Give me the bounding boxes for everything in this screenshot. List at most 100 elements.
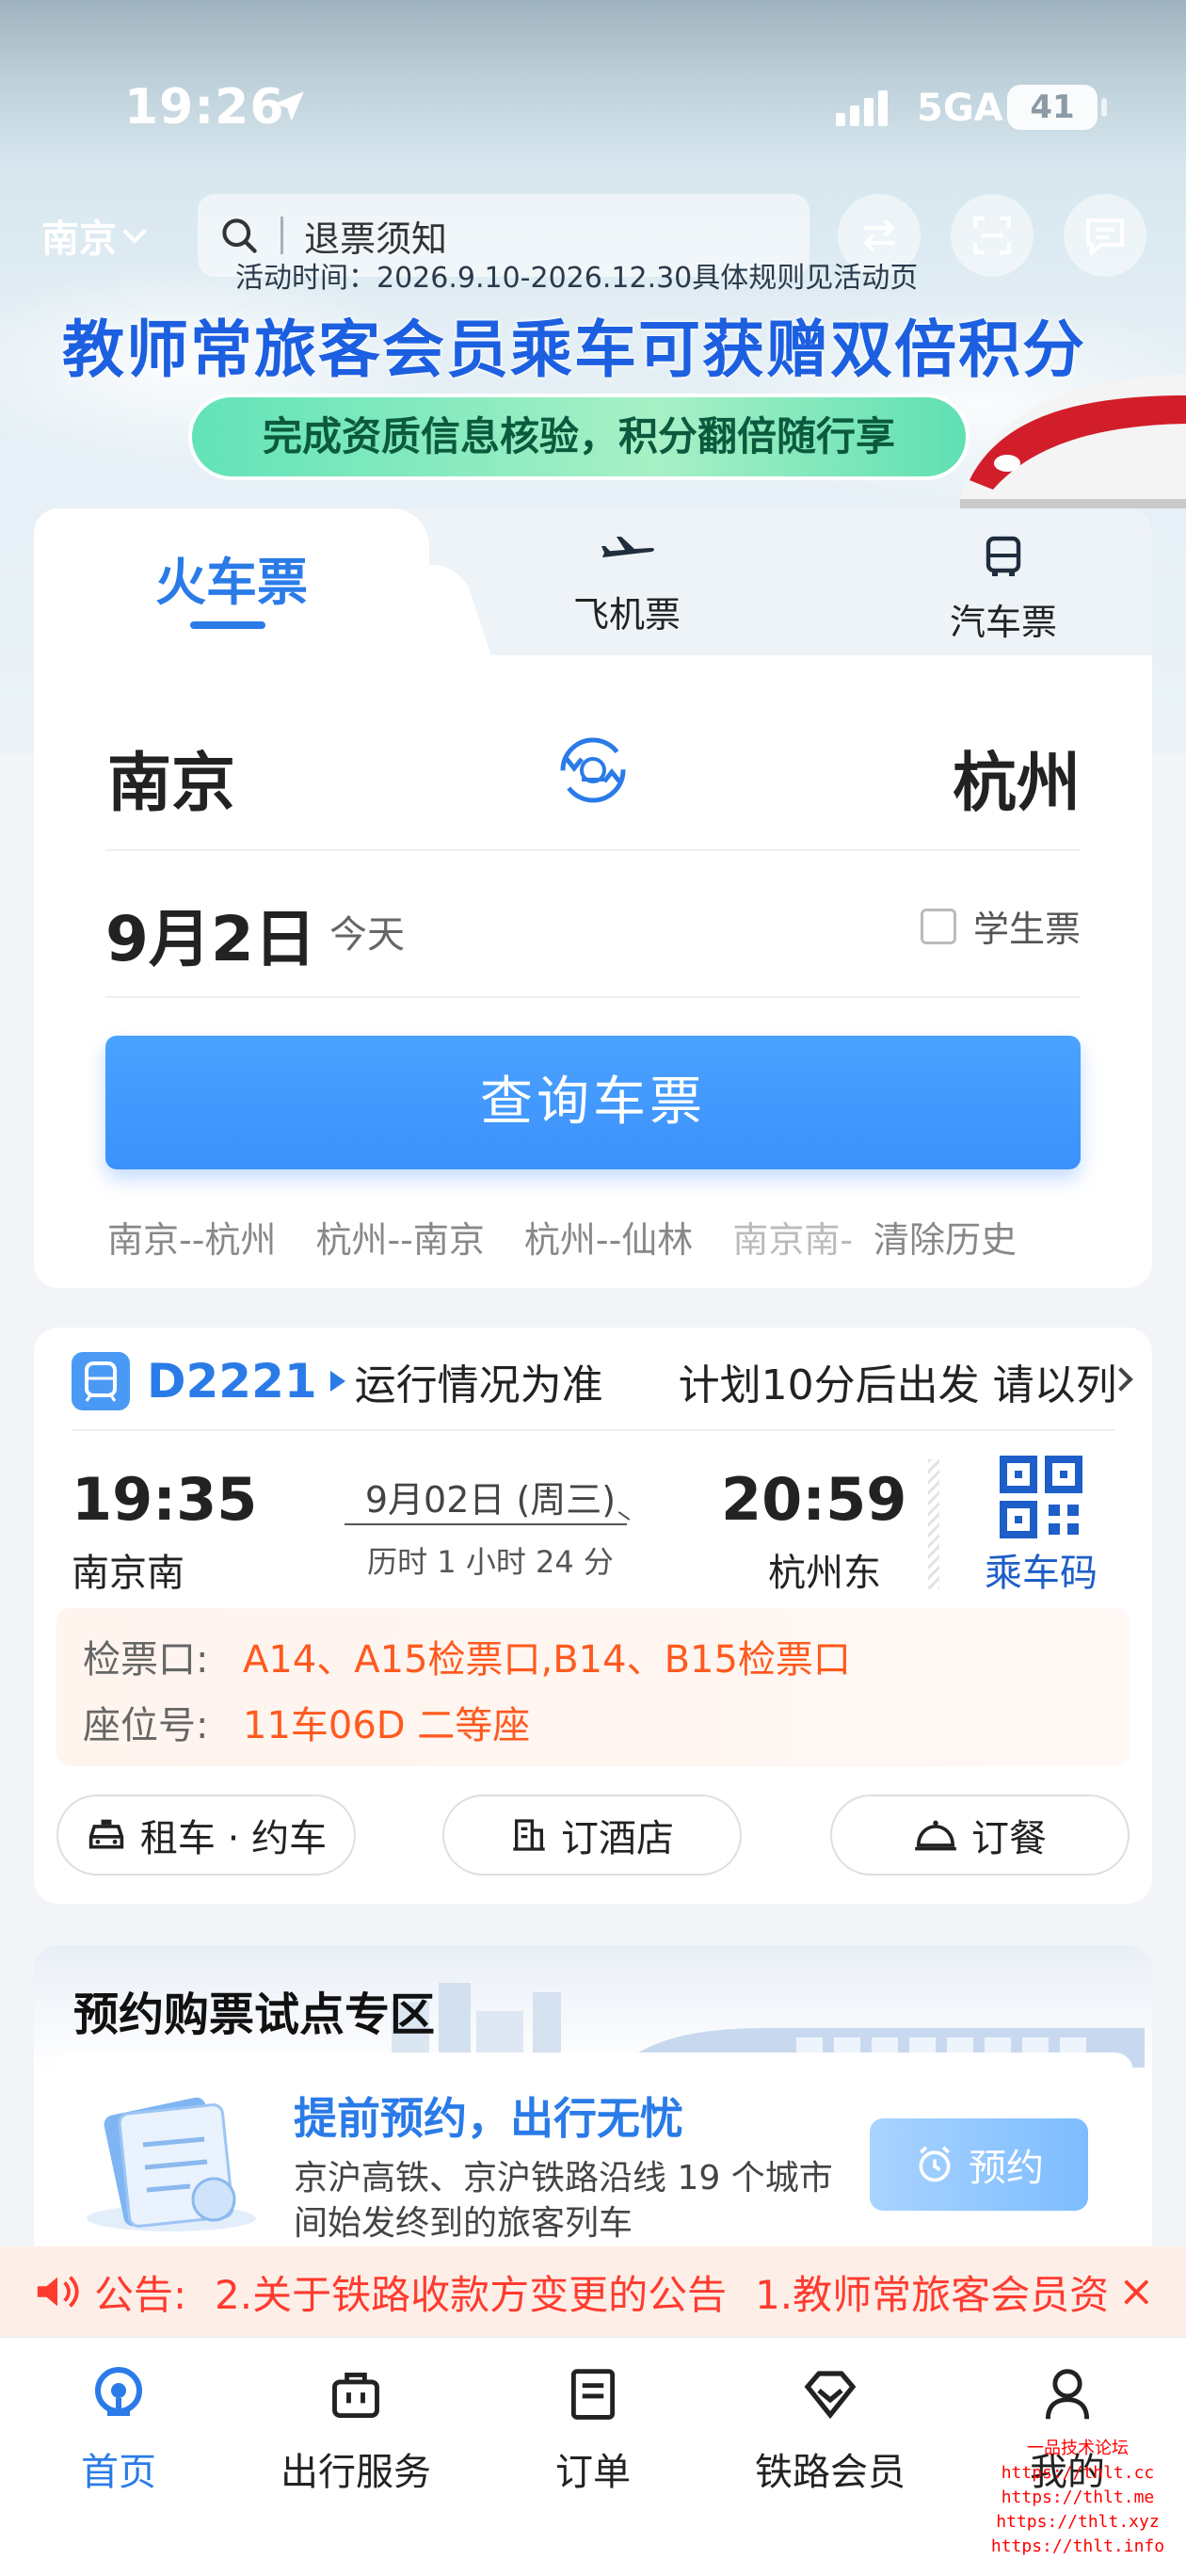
query-button-label: 查询车票 [480,1071,706,1133]
person-icon [1045,2369,1090,2420]
watermark-line: https://thlt.me [1001,2487,1155,2507]
battery-level: 41 [1030,89,1075,126]
tab-bus[interactable]: 汽车票 [881,535,1126,645]
nav-home[interactable]: 首页 [0,2360,237,2496]
train-front-icon [72,1352,130,1410]
taxi-icon [88,1819,124,1849]
banner-activity-time: 活动时间：2026.9.10-2026.12.30具体规则见活动页 [235,262,919,295]
car-rental-button[interactable]: 租车 · 约车 [56,1795,356,1876]
car-rental-label: 租车 · 约车 [139,1817,328,1860]
gate-label: 检票口: [83,1638,209,1682]
gate-row: 检票口: A14、A15检票口,B14、B15检票口 [83,1629,851,1683]
watermark-line: https://thlt.cc [1001,2463,1155,2483]
watermark-line: 一品技术论坛 [1027,2439,1129,2458]
airplane-icon [601,537,654,557]
scan-button[interactable] [951,194,1034,277]
speaker-icon [37,2276,79,2308]
banner-pill[interactable]: 完成资质信息核验，积分翻倍随行享 [188,394,970,480]
search-divider [280,217,283,254]
watermark-line: https://thlt.info [990,2536,1165,2556]
nav-orders-label: 订单 [555,2451,631,2494]
arrival-time: 20:59 [721,1465,907,1534]
home-rail-icon [95,2367,142,2416]
location-arrow-icon [274,91,304,121]
boarding-code-label[interactable]: 乘车码 [985,1542,1098,1597]
departure-station: 南京南 [72,1552,184,1595]
nav-membership-label: 铁路会员 [755,2451,906,2494]
message-icon [1086,218,1124,257]
trip-notice: 计划10分后出发 请以列 [678,1361,1117,1409]
watermark: 一品技术论坛 https://thlt.cc https://thlt.me h… [979,2437,1177,2559]
clear-history-button[interactable]: 清除历史 [873,1211,1017,1263]
from-station[interactable]: 南京 [107,731,235,824]
history-item[interactable]: 杭州--南京 [315,1211,484,1263]
meal-button[interactable]: 订餐 [830,1795,1130,1876]
status-bar: 19:26 5GA 41 [0,0,1186,188]
close-icon[interactable]: × [1118,2265,1155,2316]
network-type: 5GA [917,87,1003,130]
ticket-search-card: 火车票 飞机票 汽车票 南京 杭州 9月2日 今天 学生票 查询车票 南京--杭… [34,508,1152,1288]
announcement-item[interactable]: 2.关于铁路收款方变更的公告 [215,2272,727,2318]
calendar-illustration-icon [87,2097,256,2231]
trip-duration: 历时 1 小时 24 分 [367,1544,614,1580]
reservation-subtitle: 提前预约，出行无忧 [294,2093,683,2144]
upcoming-trip-card[interactable]: D2221 运行情况为准 计划10分后出发 请以列 19:35 南京南 9月02… [34,1328,1152,1904]
city-label: 南京 [41,217,117,261]
banner-pill-text: 完成资质信息核验，积分翻倍随行享 [262,413,895,459]
history-item[interactable]: 杭州--仙林 [524,1211,693,1263]
checkbox-icon [920,908,956,944]
announcement-bar[interactable]: 公告: 2.关于铁路收款方变更的公告 1.教师常旅客会员资 × [0,2246,1186,2337]
tab-flight-label: 飞机票 [572,594,681,636]
announcement-marquee[interactable]: 2.关于铁路收款方变更的公告 1.教师常旅客会员资 [215,2263,1128,2321]
reservation-card: 预约购票试点专区 提前预约，出行无忧 京沪高铁、京沪铁路沿线 19 个城市间始发… [34,1945,1152,2265]
student-ticket-checkbox[interactable]: 学生票 [920,900,1081,952]
alarm-clock-icon [919,2146,951,2182]
message-button[interactable] [1064,194,1146,277]
divider [105,996,1081,998]
city-selector[interactable]: 南京 [41,209,147,262]
trip-line [345,1523,627,1525]
nav-orders[interactable]: 订单 [474,2360,712,2496]
to-station[interactable]: 杭州 [953,731,1081,824]
trip-info-box: 检票口: A14、A15检票口,B14、B15检票口 座位号: 11车06D 二等座 [56,1608,1130,1766]
divider [105,849,1081,851]
travel-date[interactable]: 9月2日 [105,889,316,979]
nav-membership[interactable]: 铁路会员 [712,2360,949,2496]
trip-status: 运行情况为准 [354,1361,603,1409]
tab-bus-label: 汽车票 [949,602,1057,643]
hotel-button[interactable]: 订酒店 [442,1795,742,1876]
reservation-description: 京沪高铁、京沪铁路沿线 19 个城市间始发终到的旅客列车 [294,2159,833,2243]
meal-label: 订餐 [971,1817,1047,1860]
query-tickets-button[interactable]: 查询车票 [105,1036,1081,1169]
search-history: 南京--杭州 杭州--南京 杭州--仙林 南京南- 清除历史 [107,1211,1017,1263]
battery-tip [1101,98,1107,117]
history-item[interactable]: 南京--杭州 [107,1211,276,1263]
reserve-button[interactable]: 预约 [870,2118,1088,2211]
tab-indicator [190,621,265,629]
diamond-icon [804,2371,857,2420]
student-ticket-label: 学生票 [972,909,1081,950]
train-illustration [960,375,1186,508]
play-arrow-icon [329,1371,345,1392]
reservation-section-title: 预约购票试点专区 [73,1988,436,2041]
tab-flight[interactable]: 飞机票 [505,535,749,637]
seat-row: 座位号: 11车06D 二等座 [83,1695,530,1749]
swap-arrows-icon [863,218,895,252]
cellular-signal-icon [836,90,888,126]
food-cloche-icon [915,1820,956,1851]
watermark-line: https://thlt.xyz [996,2512,1160,2532]
trip-date: 9月02日 (周三) [364,1479,617,1521]
arrival-station: 杭州东 [768,1552,881,1595]
hotel-icon [513,1819,545,1851]
tab-train[interactable]: 火车票 [34,540,429,615]
banner-title[interactable]: 教师常旅客会员乘车可获赠双倍积分 [62,299,1086,390]
history-item[interactable]: 南京南- [732,1211,853,1263]
qr-code-icon[interactable] [1000,1456,1082,1538]
gate-value: A14、A15检票口,B14、B15检票口 [243,1638,851,1682]
reserve-button-label: 预约 [969,2147,1044,2190]
announcement-label: 公告: [94,2272,187,2318]
swap-stations-icon[interactable] [553,731,633,810]
announcement-item[interactable]: 1.教师常旅客会员资 [755,2272,1109,2318]
nav-travel-services-label: 出行服务 [280,2451,431,2494]
nav-travel-services[interactable]: 出行服务 [237,2360,474,2496]
